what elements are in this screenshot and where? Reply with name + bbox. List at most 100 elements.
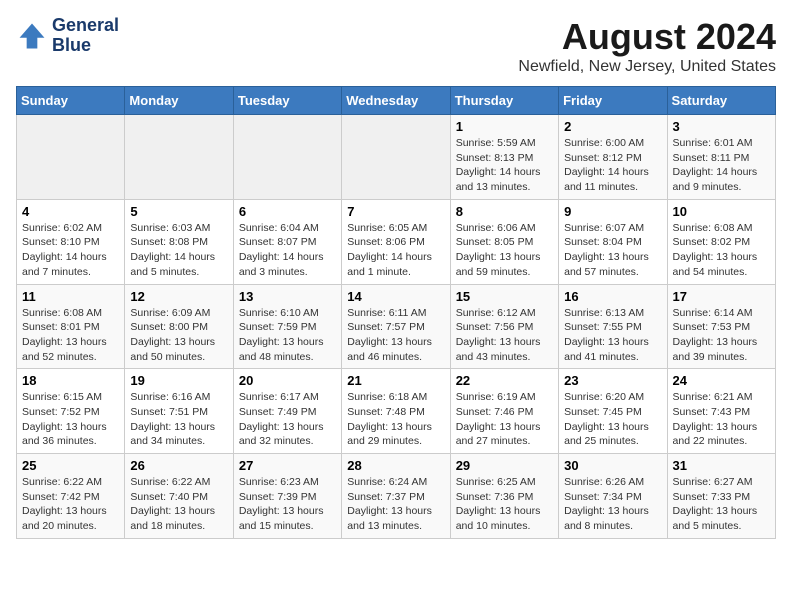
calendar-body: 1Sunrise: 5:59 AM Sunset: 8:13 PM Daylig… <box>17 115 776 539</box>
calendar-day-cell <box>233 115 341 200</box>
title-area: August 2024 Newfield, New Jersey, United… <box>518 16 776 76</box>
day-number: 18 <box>22 373 119 388</box>
day-number: 13 <box>239 289 336 304</box>
calendar-day-cell <box>342 115 450 200</box>
day-number: 1 <box>456 119 553 134</box>
logo: General Blue <box>16 16 119 56</box>
calendar-week-row: 1Sunrise: 5:59 AM Sunset: 8:13 PM Daylig… <box>17 115 776 200</box>
calendar-day-cell: 19 Sunrise: 6:16 AM Sunset: 7:51 PM Dayli… <box>125 369 233 454</box>
calendar-table: SundayMondayTuesdayWednesdayThursdayFrid… <box>16 86 776 539</box>
page-header: General Blue August 2024 Newfield, New J… <box>16 16 776 76</box>
day-info: Sunrise: 6:03 AM Sunset: 8:08 PM Dayligh… <box>130 221 227 280</box>
day-number: 26 <box>130 458 227 473</box>
calendar-day-cell: 23Sunrise: 6:20 AM Sunset: 7:45 PM Dayli… <box>559 369 667 454</box>
day-number: 5 <box>130 204 227 219</box>
day-number: 25 <box>22 458 119 473</box>
calendar-day-cell: 12Sunrise: 6:09 AM Sunset: 8:00 PM Dayli… <box>125 284 233 369</box>
calendar-day-cell: 14Sunrise: 6:11 AM Sunset: 7:57 PM Dayli… <box>342 284 450 369</box>
calendar-day-cell: 30 Sunrise: 6:26 AM Sunset: 7:34 PM Dayli… <box>559 454 667 539</box>
calendar-day-cell: 5 Sunrise: 6:03 AM Sunset: 8:08 PM Daylig… <box>125 199 233 284</box>
day-info: Sunrise: 6:10 AM Sunset: 7:59 PM Dayligh… <box>239 306 336 365</box>
calendar-week-row: 18 Sunrise: 6:15 AM Sunset: 7:52 PM Dayli… <box>17 369 776 454</box>
calendar-day-cell: 1Sunrise: 5:59 AM Sunset: 8:13 PM Daylig… <box>450 115 558 200</box>
calendar-day-cell: 2Sunrise: 6:00 AM Sunset: 8:12 PM Daylig… <box>559 115 667 200</box>
calendar-week-row: 25 Sunrise: 6:22 AM Sunset: 7:42 PM Dayli… <box>17 454 776 539</box>
day-info: Sunrise: 6:08 AM Sunset: 8:01 PM Dayligh… <box>22 306 119 365</box>
day-number: 12 <box>130 289 227 304</box>
day-info: Sunrise: 6:12 AM Sunset: 7:56 PM Dayligh… <box>456 306 553 365</box>
logo-text: General Blue <box>52 16 119 56</box>
day-number: 10 <box>673 204 770 219</box>
calendar-day-header: Friday <box>559 87 667 115</box>
calendar-day-cell: 20 Sunrise: 6:17 AM Sunset: 7:49 PM Dayli… <box>233 369 341 454</box>
day-info: Sunrise: 6:26 AM Sunset: 7:34 PM Dayligh… <box>564 475 661 534</box>
calendar-day-cell: 21Sunrise: 6:18 AM Sunset: 7:48 PM Dayli… <box>342 369 450 454</box>
day-info: Sunrise: 6:06 AM Sunset: 8:05 PM Dayligh… <box>456 221 553 280</box>
calendar-day-cell: 8 Sunrise: 6:06 AM Sunset: 8:05 PM Daylig… <box>450 199 558 284</box>
day-number: 14 <box>347 289 444 304</box>
day-number: 21 <box>347 373 444 388</box>
day-info: Sunrise: 6:04 AM Sunset: 8:07 PM Dayligh… <box>239 221 336 280</box>
day-info: Sunrise: 6:17 AM Sunset: 7:49 PM Dayligh… <box>239 390 336 449</box>
calendar-day-cell: 17Sunrise: 6:14 AM Sunset: 7:53 PM Dayli… <box>667 284 775 369</box>
calendar-day-cell: 28Sunrise: 6:24 AM Sunset: 7:37 PM Dayli… <box>342 454 450 539</box>
calendar-day-cell: 31 Sunrise: 6:27 AM Sunset: 7:33 PM Dayli… <box>667 454 775 539</box>
calendar-week-row: 4 Sunrise: 6:02 AM Sunset: 8:10 PM Daylig… <box>17 199 776 284</box>
calendar-day-cell: 11 Sunrise: 6:08 AM Sunset: 8:01 PM Dayli… <box>17 284 125 369</box>
day-info: Sunrise: 6:01 AM Sunset: 8:11 PM Dayligh… <box>673 136 770 195</box>
calendar-day-header: Saturday <box>667 87 775 115</box>
day-number: 7 <box>347 204 444 219</box>
day-info: Sunrise: 6:24 AM Sunset: 7:37 PM Dayligh… <box>347 475 444 534</box>
calendar-day-cell: 16Sunrise: 6:13 AM Sunset: 7:55 PM Dayli… <box>559 284 667 369</box>
day-info: Sunrise: 6:07 AM Sunset: 8:04 PM Dayligh… <box>564 221 661 280</box>
calendar-day-cell: 29Sunrise: 6:25 AM Sunset: 7:36 PM Dayli… <box>450 454 558 539</box>
day-info: Sunrise: 6:15 AM Sunset: 7:52 PM Dayligh… <box>22 390 119 449</box>
calendar-day-cell: 25 Sunrise: 6:22 AM Sunset: 7:42 PM Dayli… <box>17 454 125 539</box>
calendar-day-header: Wednesday <box>342 87 450 115</box>
day-number: 27 <box>239 458 336 473</box>
page-title: August 2024 <box>518 16 776 58</box>
calendar-day-cell: 26 Sunrise: 6:22 AM Sunset: 7:40 PM Dayli… <box>125 454 233 539</box>
calendar-day-cell: 18 Sunrise: 6:15 AM Sunset: 7:52 PM Dayli… <box>17 369 125 454</box>
day-number: 17 <box>673 289 770 304</box>
calendar-day-cell: 15 Sunrise: 6:12 AM Sunset: 7:56 PM Dayli… <box>450 284 558 369</box>
calendar-day-header: Tuesday <box>233 87 341 115</box>
calendar-day-header: Monday <box>125 87 233 115</box>
day-number: 19 <box>130 373 227 388</box>
calendar-week-row: 11 Sunrise: 6:08 AM Sunset: 8:01 PM Dayli… <box>17 284 776 369</box>
day-number: 22 <box>456 373 553 388</box>
day-number: 30 <box>564 458 661 473</box>
calendar-day-cell: 13 Sunrise: 6:10 AM Sunset: 7:59 PM Dayli… <box>233 284 341 369</box>
day-number: 15 <box>456 289 553 304</box>
day-number: 24 <box>673 373 770 388</box>
day-number: 6 <box>239 204 336 219</box>
calendar-day-cell: 27 Sunrise: 6:23 AM Sunset: 7:39 PM Dayli… <box>233 454 341 539</box>
calendar-day-cell: 10Sunrise: 6:08 AM Sunset: 8:02 PM Dayli… <box>667 199 775 284</box>
day-info: Sunrise: 6:22 AM Sunset: 7:42 PM Dayligh… <box>22 475 119 534</box>
day-number: 20 <box>239 373 336 388</box>
day-info: Sunrise: 6:21 AM Sunset: 7:43 PM Dayligh… <box>673 390 770 449</box>
calendar-day-cell <box>17 115 125 200</box>
day-info: Sunrise: 6:23 AM Sunset: 7:39 PM Dayligh… <box>239 475 336 534</box>
calendar-day-cell: 4 Sunrise: 6:02 AM Sunset: 8:10 PM Daylig… <box>17 199 125 284</box>
calendar-day-cell: 24 Sunrise: 6:21 AM Sunset: 7:43 PM Dayli… <box>667 369 775 454</box>
day-number: 4 <box>22 204 119 219</box>
calendar-header-row: SundayMondayTuesdayWednesdayThursdayFrid… <box>17 87 776 115</box>
day-number: 11 <box>22 289 119 304</box>
day-info: Sunrise: 6:20 AM Sunset: 7:45 PM Dayligh… <box>564 390 661 449</box>
day-number: 9 <box>564 204 661 219</box>
day-info: Sunrise: 6:00 AM Sunset: 8:12 PM Dayligh… <box>564 136 661 195</box>
day-info: Sunrise: 6:02 AM Sunset: 8:10 PM Dayligh… <box>22 221 119 280</box>
day-info: Sunrise: 6:22 AM Sunset: 7:40 PM Dayligh… <box>130 475 227 534</box>
calendar-day-cell: 6 Sunrise: 6:04 AM Sunset: 8:07 PM Daylig… <box>233 199 341 284</box>
logo-icon <box>16 20 48 52</box>
day-info: Sunrise: 6:19 AM Sunset: 7:46 PM Dayligh… <box>456 390 553 449</box>
day-number: 8 <box>456 204 553 219</box>
calendar-day-cell: 22 Sunrise: 6:19 AM Sunset: 7:46 PM Dayli… <box>450 369 558 454</box>
day-number: 31 <box>673 458 770 473</box>
day-info: Sunrise: 6:16 AM Sunset: 7:51 PM Dayligh… <box>130 390 227 449</box>
page-subtitle: Newfield, New Jersey, United States <box>518 58 776 76</box>
day-info: Sunrise: 6:27 AM Sunset: 7:33 PM Dayligh… <box>673 475 770 534</box>
calendar-day-cell <box>125 115 233 200</box>
day-number: 16 <box>564 289 661 304</box>
